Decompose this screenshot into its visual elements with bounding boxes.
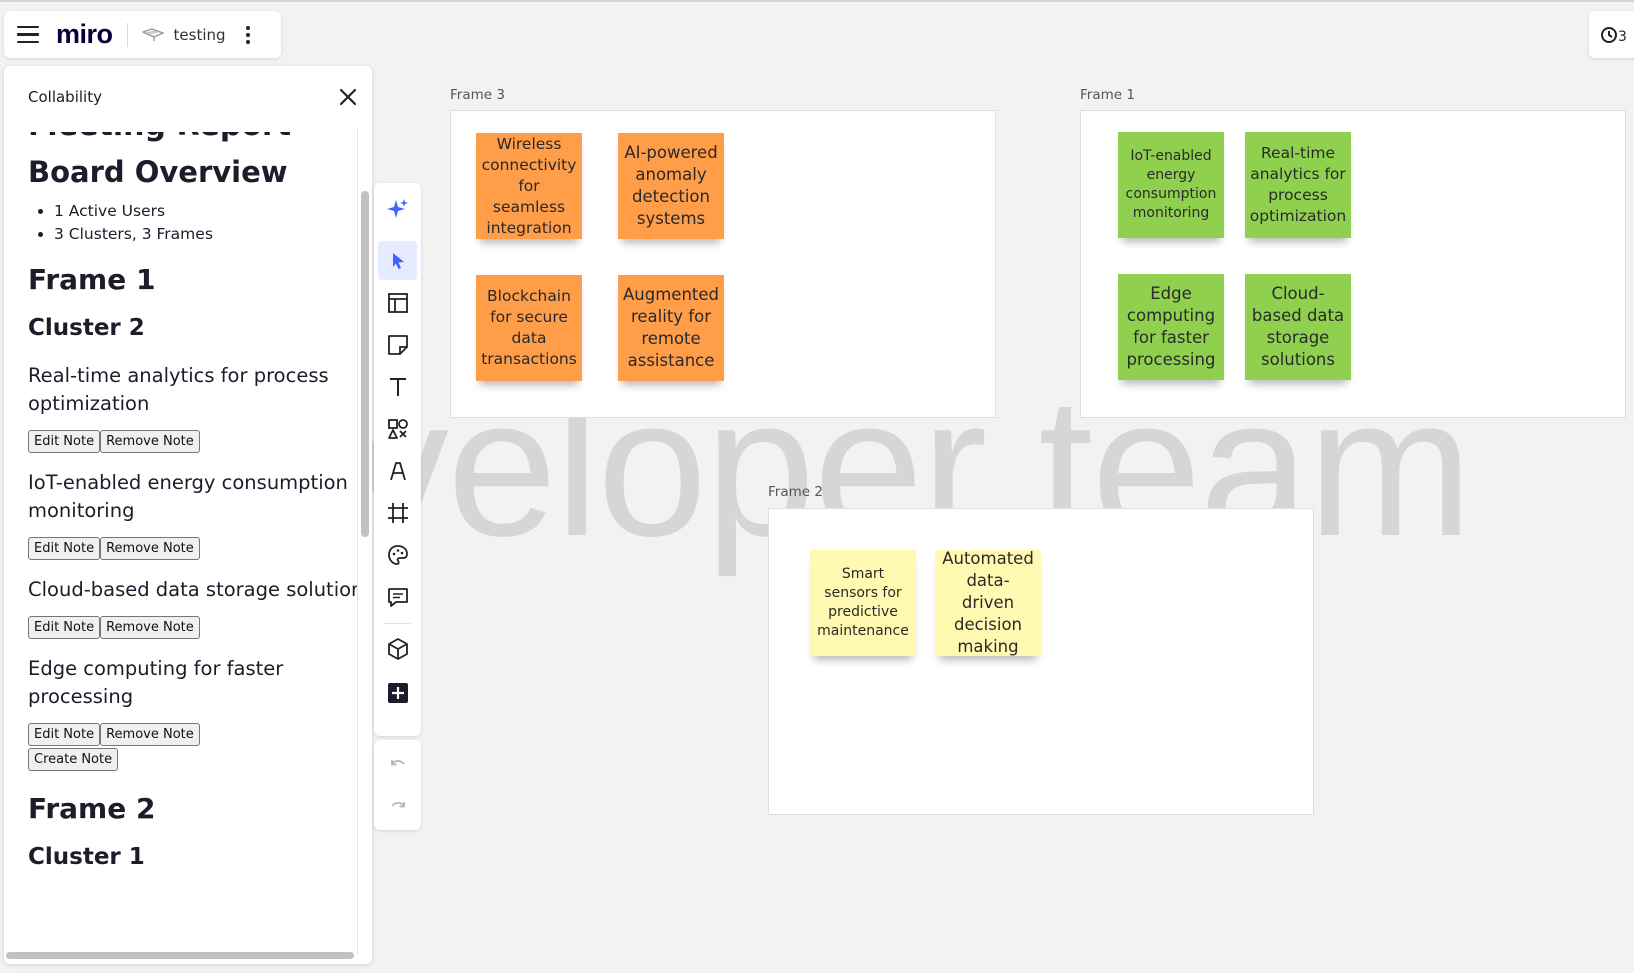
redo-button[interactable] — [378, 788, 417, 827]
note-text: IoT-enabled energy consumption monitorin… — [28, 471, 348, 522]
undo-icon — [390, 759, 405, 765]
pen-icon — [389, 461, 406, 480]
frame-icon — [387, 502, 408, 523]
clusters-frames-stat: 3 Clusters, 3 Frames — [54, 223, 358, 246]
panel-content: Board Overview 1 Active Users 3 Clusters… — [28, 132, 358, 875]
sticky-note[interactable]: Automated data-driven decision making — [935, 549, 1041, 656]
board-name[interactable]: testing — [174, 26, 226, 44]
header-divider — [126, 22, 128, 47]
frame-1[interactable]: IoT-enabled energy consumption monitorin… — [1080, 110, 1626, 418]
comment-tool[interactable] — [378, 577, 417, 616]
collaboration-toolbar: 3 — [1589, 11, 1634, 58]
text-icon — [389, 377, 406, 396]
panel-title: Collability — [28, 88, 102, 106]
top-border — [0, 0, 1634, 2]
shapes-icon — [387, 418, 408, 439]
ai-sparkle-tool[interactable] — [378, 189, 417, 228]
overview-stats-list: 1 Active Users 3 Clusters, 3 Frames — [28, 200, 358, 246]
panel-scroll-area[interactable]: Meeting Report Board Overview 1 Active U… — [28, 132, 358, 952]
select-tool[interactable] — [378, 241, 417, 280]
create-note-button[interactable]: Create Note — [28, 748, 119, 771]
note-text: Real-time analytics for process optimiza… — [28, 364, 329, 415]
remove-note-button[interactable]: Remove Note — [100, 616, 200, 639]
frame-label[interactable]: Frame 2 — [768, 484, 823, 500]
board-header: miro testing — [4, 11, 281, 58]
cluster-heading: Cluster 1 — [28, 844, 145, 870]
edit-note-button[interactable]: Edit Note — [28, 430, 101, 453]
sticky-note[interactable]: Smart sensors for predictive maintenance — [810, 550, 916, 656]
frame-heading: Frame 2 — [28, 792, 156, 825]
timer-icon[interactable]: 3 — [1599, 20, 1634, 50]
board-overview-heading: Board Overview — [28, 155, 288, 189]
svg-text:3: 3 — [1618, 29, 1627, 45]
cluster-heading: Cluster 2 — [28, 315, 145, 341]
apps-tool[interactable] — [378, 629, 417, 668]
note-actions: Edit Note Remove Note — [28, 616, 358, 639]
frame-heading: Frame 1 — [28, 263, 156, 296]
pen-tool[interactable] — [378, 451, 417, 490]
note-actions: Edit Note Remove Note — [28, 723, 358, 746]
remove-note-button[interactable]: Remove Note — [100, 430, 200, 453]
note-actions: Edit Note Remove Note — [28, 430, 358, 453]
redo-icon — [390, 801, 405, 807]
note-text: Cloud-based data storage solutions — [28, 578, 358, 601]
add-more-tool[interactable] — [378, 673, 417, 712]
vertical-scrollbar[interactable] — [361, 191, 369, 537]
note-actions: Edit Note Remove Note — [28, 537, 358, 560]
frame-label[interactable]: Frame 1 — [1080, 87, 1135, 103]
create-note-row: Create Note — [28, 748, 358, 771]
close-icon[interactable] — [335, 84, 361, 110]
panel-divider — [357, 127, 358, 954]
templates-tool[interactable] — [378, 283, 417, 322]
sticky-note[interactable]: Augmented reality for remote assistance — [618, 275, 724, 381]
miro-logo[interactable]: miro — [56, 19, 113, 50]
sticky-note[interactable]: Cloud-based data storage solutions — [1245, 274, 1351, 380]
history-toolbar — [374, 740, 421, 830]
undo-button[interactable] — [378, 746, 417, 785]
cube-icon — [387, 637, 408, 660]
plus-square-icon — [387, 682, 408, 703]
edit-note-button[interactable]: Edit Note — [28, 723, 101, 746]
sticky-note-icon — [387, 334, 408, 355]
creation-toolbar — [374, 183, 421, 736]
main-menu-icon[interactable] — [17, 25, 39, 44]
edit-note-button[interactable]: Edit Note — [28, 537, 101, 560]
sticky-note[interactable]: Edge computing for faster processing — [1118, 274, 1224, 380]
remove-note-button[interactable]: Remove Note — [100, 723, 200, 746]
cursor-icon — [392, 252, 404, 269]
edit-note-button[interactable]: Edit Note — [28, 616, 101, 639]
horizontal-scrollbar[interactable] — [6, 952, 354, 959]
frame-2[interactable]: Smart sensors for predictive maintenance… — [768, 508, 1314, 815]
stickers-tool[interactable] — [378, 535, 417, 574]
sticky-note[interactable]: IoT-enabled energy consumption monitorin… — [1118, 132, 1224, 238]
active-users-stat: 1 Active Users — [54, 200, 358, 223]
sparkle-icon — [386, 198, 408, 218]
template-icon — [387, 292, 408, 313]
remove-note-button[interactable]: Remove Note — [100, 537, 200, 560]
board-options-icon[interactable] — [245, 25, 250, 44]
frame-tool[interactable] — [378, 493, 417, 532]
palette-icon — [387, 544, 408, 565]
collability-panel: Collability Meeting Report Board Overvie… — [4, 66, 372, 964]
sticky-note[interactable]: Wireless connectivity for seamless integ… — [476, 133, 582, 239]
text-tool[interactable] — [378, 367, 417, 406]
board-icon — [141, 27, 164, 41]
frame-3[interactable]: Wireless connectivity for seamless integ… — [450, 110, 996, 418]
toolbar-separator — [384, 623, 411, 624]
note-text: Edge computing for faster processing — [28, 657, 284, 708]
sticky-note[interactable]: Blockchain for secure data transactions — [476, 275, 582, 381]
sticky-note[interactable]: AI-powered anomaly detection systems — [618, 133, 724, 239]
frame-label[interactable]: Frame 3 — [450, 87, 505, 103]
shapes-tool[interactable] — [378, 409, 417, 448]
sticky-note-tool[interactable] — [378, 325, 417, 364]
sticky-note[interactable]: Real-time analytics for process optimiza… — [1245, 132, 1351, 238]
comment-icon — [387, 587, 408, 607]
